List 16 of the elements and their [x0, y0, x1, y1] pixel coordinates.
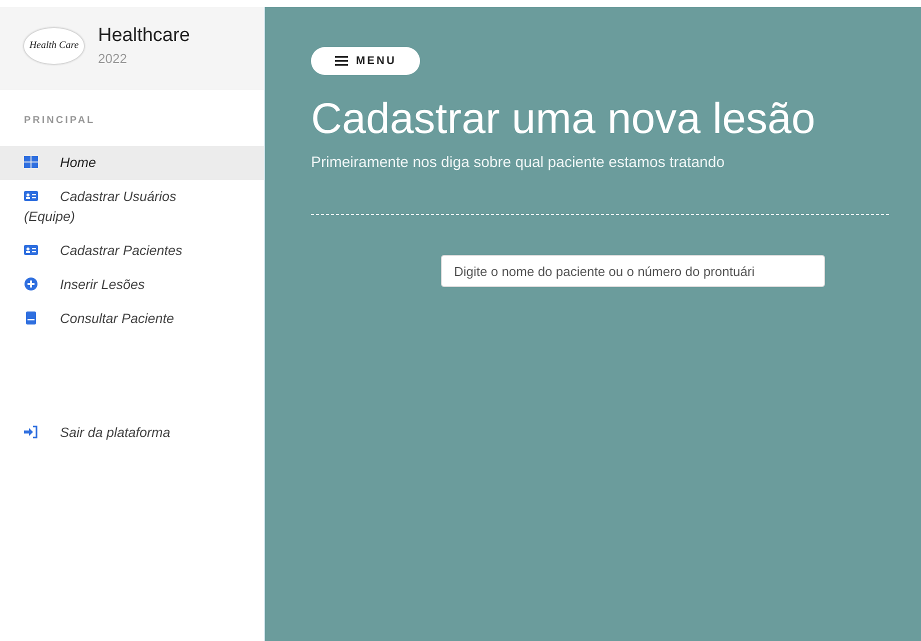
page-subtitle: Primeiramente nos diga sobre qual paciente estamos tratando — [311, 154, 726, 171]
page-title: Cadastrar uma nova lesão — [311, 95, 816, 144]
nav-item[interactable]: Home — [0, 146, 264, 180]
brand-title: Healthcare — [98, 25, 190, 47]
plus-circle-icon — [24, 277, 38, 291]
book-icon — [24, 311, 38, 325]
id-card-icon — [24, 243, 38, 257]
sign-in-icon — [24, 425, 38, 439]
menu-button[interactable]: MENU — [311, 47, 420, 75]
id-card-icon — [24, 189, 38, 203]
brand-year: 2022 — [98, 51, 128, 66]
search-field[interactable]: Digite o nome do paciente ou o número do prontuári — [441, 255, 825, 287]
logo: Health Care — [24, 28, 84, 64]
menu-icon — [335, 56, 348, 66]
grid-icon — [24, 155, 38, 169]
section-heading: PRINCIPAL — [23, 114, 96, 128]
